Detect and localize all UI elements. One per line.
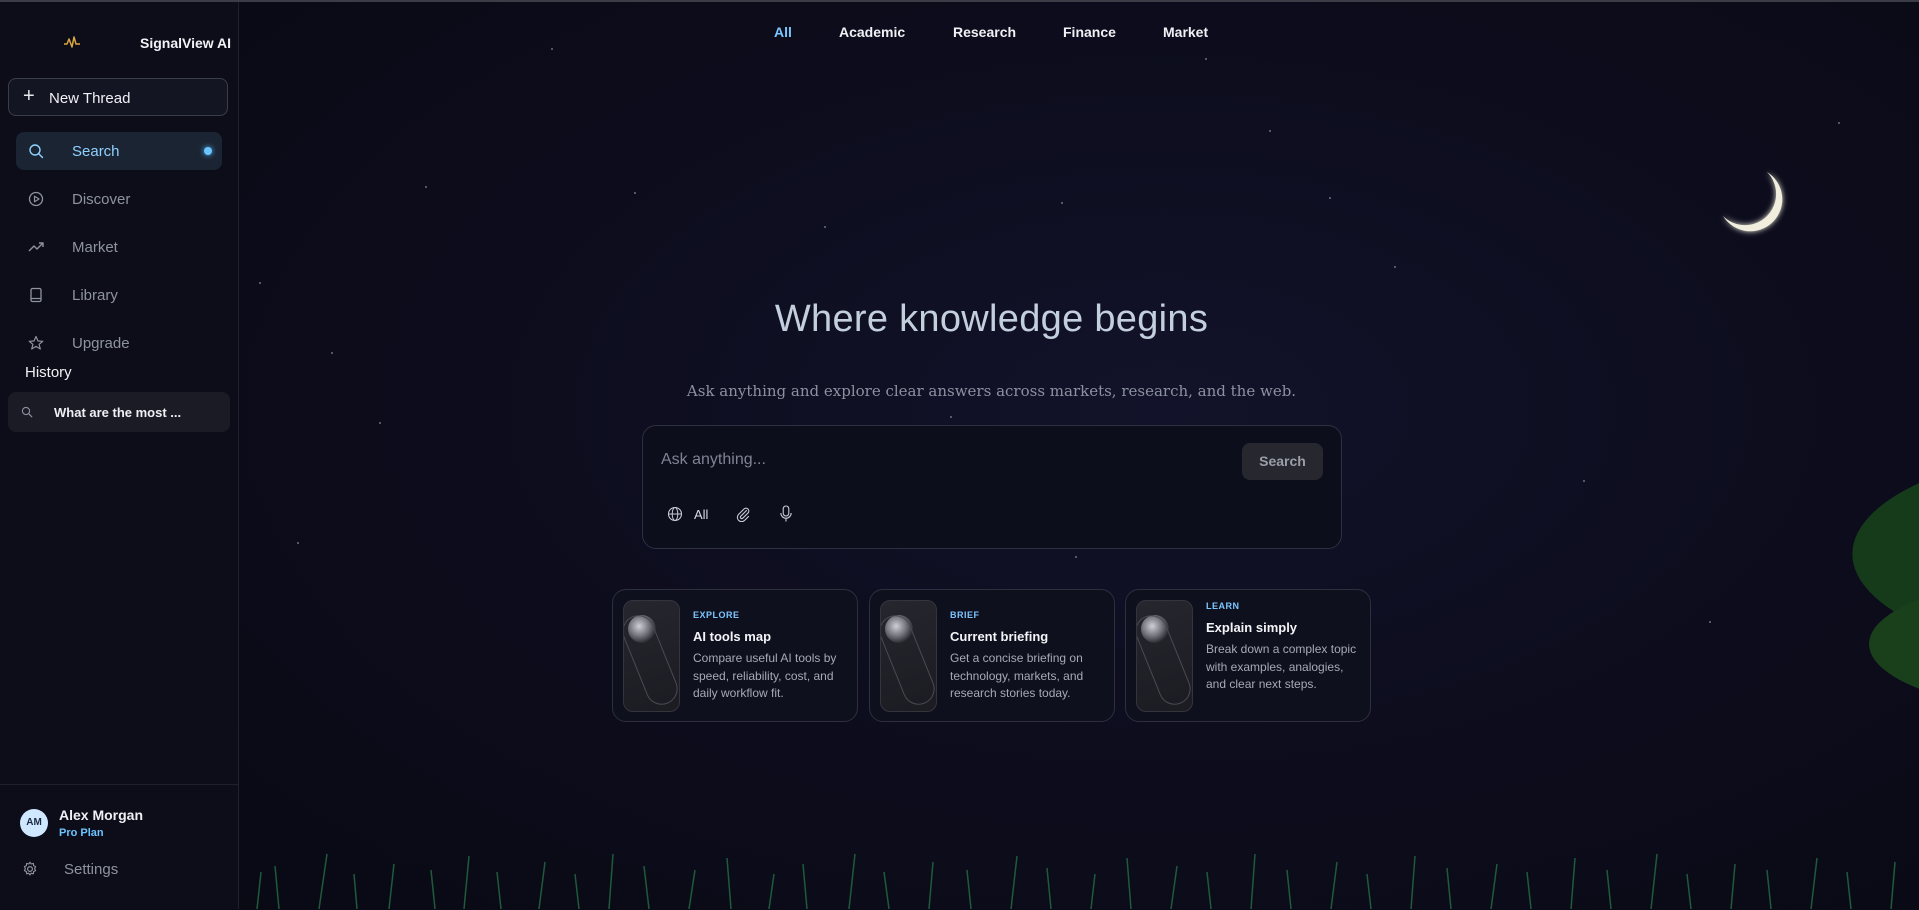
search-icon xyxy=(29,144,44,159)
search-input[interactable] xyxy=(659,446,1203,474)
star-decoration xyxy=(1583,480,1585,482)
history-item-label: What are the most ... xyxy=(54,405,182,420)
search-scope-selector[interactable]: All xyxy=(694,507,708,522)
sidebar-item-label: Market xyxy=(72,239,118,256)
star-decoration xyxy=(1838,122,1840,124)
suggestion-card-explore[interactable]: EXPLORE AI tools map Compare useful AI t… xyxy=(612,589,858,722)
paperclip-icon[interactable] xyxy=(735,506,751,522)
trending-up-icon xyxy=(28,242,44,252)
sidebar-item-label: Upgrade xyxy=(72,335,130,352)
sidebar-item-search[interactable]: Search xyxy=(16,132,222,170)
search-button[interactable]: Search xyxy=(1242,443,1323,480)
search-panel: Search All xyxy=(642,425,1342,549)
moon-icon xyxy=(1723,172,1783,232)
star-decoration xyxy=(379,422,381,424)
gear-icon xyxy=(23,861,37,876)
user-name: Alex Morgan xyxy=(59,807,144,823)
star-decoration xyxy=(950,416,952,418)
sidebar: SignalView AI + New Thread Search Discov… xyxy=(0,2,239,909)
sidebar-footer: AM Alex Morgan Pro Plan Settings xyxy=(0,784,238,910)
card-title: AI tools map xyxy=(693,629,772,644)
star-decoration xyxy=(824,226,826,228)
history-heading: History xyxy=(25,364,72,381)
history-item[interactable]: What are the most ... xyxy=(8,392,230,432)
pulse-icon xyxy=(64,36,80,48)
category-tabs: All Academic Research Finance Market xyxy=(239,24,1680,48)
globe-icon[interactable] xyxy=(667,506,683,522)
tab-finance[interactable]: Finance xyxy=(1063,24,1116,40)
settings-label: Settings xyxy=(64,861,119,878)
card-description: Get a concise briefing on technology, ma… xyxy=(950,651,1084,700)
brand[interactable]: SignalView AI xyxy=(0,30,238,56)
star-decoration xyxy=(1269,130,1271,132)
star-decoration xyxy=(551,48,553,50)
active-indicator-dot xyxy=(204,147,212,155)
hero-title: Where knowledge begins xyxy=(774,298,1209,340)
card-tag: EXPLORE xyxy=(693,610,740,620)
sidebar-item-label: Discover xyxy=(72,191,131,208)
sidebar-item-discover[interactable]: Discover xyxy=(16,180,222,218)
tab-all[interactable]: All xyxy=(774,24,792,40)
main-content: All Academic Research Finance Market Whe… xyxy=(239,2,1919,909)
star-decoration xyxy=(1329,197,1331,199)
card-tag: LEARN xyxy=(1206,601,1240,611)
brand-name: SignalView AI xyxy=(140,35,232,51)
star-decoration xyxy=(331,352,333,354)
star-decoration xyxy=(1061,202,1063,204)
card-title: Current briefing xyxy=(950,629,1049,644)
sidebar-item-library[interactable]: Library xyxy=(16,276,222,314)
search-icon xyxy=(21,406,33,418)
star-decoration xyxy=(634,192,636,194)
play-circle-icon xyxy=(28,191,44,207)
new-thread-button[interactable]: + New Thread xyxy=(8,78,228,116)
star-decoration xyxy=(1709,621,1711,623)
new-thread-label: New Thread xyxy=(49,90,131,107)
card-description: Break down a complex topic with examples… xyxy=(1206,642,1357,691)
sidebar-item-upgrade[interactable]: Upgrade xyxy=(16,324,222,362)
card-title: Explain simply xyxy=(1206,620,1298,635)
sidebar-item-label: Library xyxy=(72,287,118,304)
grass-decoration xyxy=(256,853,1896,909)
plus-icon: + xyxy=(23,85,35,107)
star-decoration xyxy=(297,542,299,544)
hero-subtitle: Ask anything and explore clear answers a… xyxy=(686,382,1297,400)
suggestion-card-learn[interactable]: LEARN Explain simply Break down a comple… xyxy=(1125,589,1371,722)
tab-market[interactable]: Market xyxy=(1163,24,1208,40)
star-decoration xyxy=(1205,58,1207,60)
sidebar-item-market[interactable]: Market xyxy=(16,228,222,266)
star-decoration xyxy=(1394,266,1396,268)
suggestion-card-brief[interactable]: BRIEF Current briefing Get a concise bri… xyxy=(869,589,1115,722)
settings-button[interactable]: Settings xyxy=(20,857,220,881)
book-icon xyxy=(30,287,42,303)
tree-decoration xyxy=(1852,483,1919,689)
microphone-icon[interactable] xyxy=(778,505,794,523)
star-decoration xyxy=(259,282,261,284)
card-thumbnail xyxy=(880,600,937,712)
tab-academic[interactable]: Academic xyxy=(839,24,905,40)
avatar[interactable]: AM xyxy=(20,809,48,837)
tab-research[interactable]: Research xyxy=(953,24,1016,40)
user-plan-badge: Pro Plan xyxy=(59,827,104,839)
star-decoration xyxy=(1075,556,1077,558)
star-icon xyxy=(28,335,44,350)
sidebar-item-label: Search xyxy=(72,143,120,160)
card-thumbnail xyxy=(1136,600,1193,712)
card-thumbnail xyxy=(623,600,680,712)
star-decoration xyxy=(425,186,427,188)
card-tag: BRIEF xyxy=(950,610,980,620)
card-description: Compare useful AI tools by speed, reliab… xyxy=(693,651,837,700)
